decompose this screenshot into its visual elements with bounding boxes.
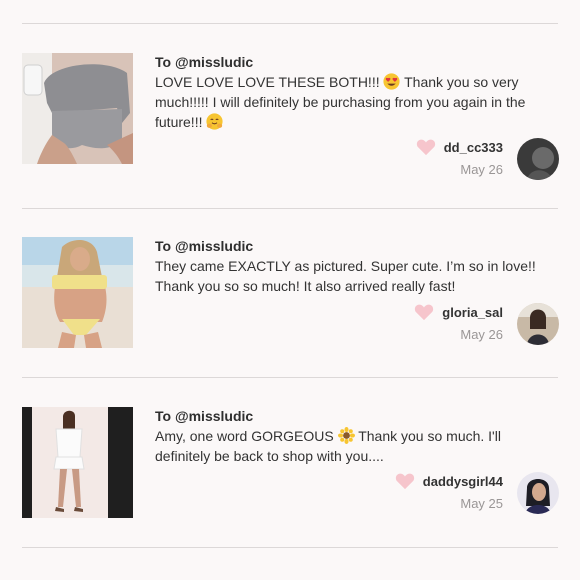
avatar[interactable] — [517, 138, 559, 180]
username-link[interactable]: gloria_sal — [442, 305, 503, 320]
product-thumbnail[interactable] — [22, 53, 133, 164]
product-thumbnail[interactable] — [22, 407, 133, 518]
divider — [22, 377, 558, 378]
review-date: May 25 — [460, 496, 503, 511]
heart-icon[interactable] — [395, 472, 415, 490]
heart-icon[interactable] — [414, 303, 434, 321]
recipient-label: To @missludic — [155, 238, 254, 254]
review-meta: daddysgirl44 May 25 — [395, 472, 503, 511]
avatar[interactable] — [517, 303, 559, 345]
review-text: LOVE LOVE LOVE THESE BOTH!!! Thank you s… — [155, 73, 526, 130]
review-text: Amy, one word GORGEOUS Thank you so much… — [155, 427, 501, 464]
hugging-emoji — [206, 113, 223, 130]
reviews-page: To @missludic LOVE LOVE LOVE THESE BOTH!… — [0, 0, 580, 580]
product-thumbnail[interactable] — [22, 237, 133, 348]
avatar[interactable] — [517, 472, 559, 514]
divider — [22, 547, 558, 548]
product-thumbnail[interactable] — [22, 576, 133, 580]
username-link[interactable]: dd_cc333 — [444, 140, 503, 155]
divider — [22, 23, 558, 24]
user-row: daddysgirl44 — [395, 472, 503, 490]
user-row: gloria_sal — [414, 303, 503, 321]
divider — [22, 208, 558, 209]
recipient-label: To @missludic — [155, 54, 254, 70]
review-text: They came EXACTLY as pictured. Super cut… — [155, 258, 536, 294]
review-meta: dd_cc333 May 26 — [416, 138, 503, 177]
heart-eyes-emoji — [383, 73, 401, 90]
heart-icon[interactable] — [416, 138, 436, 156]
username-link[interactable]: daddysgirl44 — [423, 474, 503, 489]
sunflower-emoji — [337, 427, 355, 444]
review-date: May 26 — [460, 162, 503, 177]
review-date: May 26 — [460, 327, 503, 342]
review-meta: gloria_sal May 26 — [414, 303, 503, 342]
user-row: dd_cc333 — [416, 138, 503, 156]
recipient-label: To @missludic — [155, 408, 254, 424]
